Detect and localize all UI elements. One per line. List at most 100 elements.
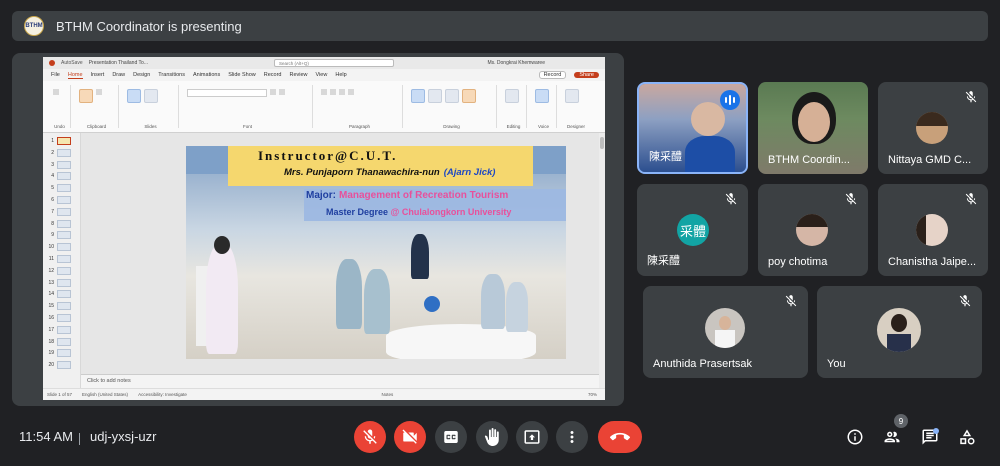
slide-thumbnail-image [57,361,71,370]
raise-hand-icon [484,428,499,446]
slide-thumbnail: 18 [46,337,71,346]
participant-tile-6[interactable]: Chanistha Jaipe... [878,184,988,276]
participant-tile-7[interactable]: Anuthida Prasertsak [643,286,808,378]
powerpoint-window: AutoSave Presentation Thailand To... Sea… [43,57,605,400]
slide-thumbnail: 8 [46,219,71,228]
slide-thumbnail-image [57,349,71,358]
slide-thumbnail-number: 9 [51,232,54,239]
captions-icon [444,431,458,443]
mic-off-icon [959,295,971,307]
slide-thumbnail-number: 16 [48,315,54,321]
participant-tile-3[interactable]: Nittaya GMD C... [878,82,988,174]
slide-thumbnail-image [57,255,71,263]
participant-tile-4[interactable]: 采體 陳采醴 [637,184,748,276]
slide-thumbnail-image [57,196,71,204]
slide-thumbnail-number: 2 [51,149,54,156]
slide-thumbnail-number: 12 [48,267,54,274]
activities-button[interactable] [957,427,977,447]
chat-button[interactable] [920,427,940,447]
slide-degree: Master Degree @ Chulalongkorn University [326,207,512,217]
slide-thumbnail-image [57,219,71,228]
participant-name: poy chotima [768,256,828,268]
ribbon-group-voice: Voice [531,85,557,129]
menu-transitions: Transitions [158,72,185,78]
menu-animations: Animations [192,72,221,78]
more-options-button[interactable] [556,421,588,453]
raise-hand-button[interactable] [476,421,508,453]
menu-design: Design [133,72,151,78]
participant-tile-5[interactable]: poy chotima [758,184,868,276]
slide-thumbnail-number: 3 [51,161,54,168]
participant-name: 陳采醴 [649,151,682,163]
slide-thumbnail-number: 5 [51,185,54,192]
slide-thumbnail: 11 [46,255,71,263]
participant-face [691,102,725,136]
mic-toggle-button[interactable] [354,421,386,453]
slide-thumbnail: 2 [46,148,71,157]
ppt-record-button: Record [538,71,567,79]
participant-name: 陳采醴 [647,255,680,267]
ribbon-group-undo: Undo [49,85,71,129]
ppt-titlebar: AutoSave Presentation Thailand To... Sea… [43,57,605,69]
status-slide-count: Slide 1 of 57 [47,392,73,397]
participant-avatar [705,308,745,348]
present-now-button[interactable] [516,421,548,453]
people-button[interactable] [882,427,902,447]
slide-thumbnail: 1 [46,137,71,145]
participant-avatar [796,214,828,246]
meeting-code: udj-yxsj-uzr [90,429,157,444]
participant-shirt [685,136,735,172]
participant-tile-self[interactable]: You [817,286,982,378]
participant-name: Nittaya GMD C... [888,154,972,166]
camera-off-icon [402,429,417,444]
slide-thumbnail-image [57,231,71,240]
status-language: English (United States) [82,392,129,397]
mic-off-icon [965,91,977,103]
slide-thumbnail: 3 [46,160,71,169]
ribbon-group-font: Font [183,85,313,129]
slide-thumbnail: 20 [46,361,71,370]
slide-thumbnail: 12 [46,266,71,275]
slide-thumbnail: 15 [46,302,71,311]
slide-thumbnail-image [57,160,71,169]
participant-avatar [877,308,921,352]
slide-thumbnail-number: 18 [48,338,54,345]
slide-thumbnail-image [57,207,71,216]
menu-insert: Insert [90,72,105,78]
meeting-details-button[interactable] [845,427,865,447]
participant-name: You [827,358,846,370]
globe-image [424,296,440,312]
ppt-search-box: Search (Alt+Q) [274,59,394,67]
camera-toggle-button[interactable] [394,421,426,453]
slide-thumbnail: 10 [46,243,71,252]
slide-thumbnail-image [57,266,71,275]
slide-thumbnail: 17 [46,325,71,334]
activities-icon [960,429,975,445]
present-icon [524,430,540,444]
ribbon-group-slides: Slides [123,85,179,129]
leave-call-button[interactable] [598,421,642,453]
presentation-tile[interactable]: AutoSave Presentation Thailand To... Sea… [12,53,624,406]
menu-draw: Draw [112,72,126,78]
status-accessibility: Accessibility: Investigate [138,392,187,397]
slide-thumbnail-image [57,172,71,181]
menu-view: View [315,72,328,78]
slide-thumbnails: 1 2 3 4 5 6 7 8 9 10 11 12 13 14 15 16 17 18 19 20 [43,133,81,388]
end-call-icon [610,432,630,441]
ppt-scrollbar [599,133,605,388]
participant-tile-1[interactable]: 陳采醴 [637,82,748,174]
people-icon [884,431,900,443]
slide-thumbnail: 4 [46,172,71,181]
participant-name: Chanistha Jaipe... [888,256,977,268]
participant-avatar: 采體 [677,214,709,246]
participant-tile-2[interactable]: BTHM Coordin... [758,82,868,174]
slide-thumbnail-number: 6 [51,197,54,203]
file-title: Presentation Thailand To... [88,60,148,66]
slide-thumbnail-number: 10 [48,244,54,251]
captions-button[interactable] [435,421,467,453]
slide-thumbnail-number: 15 [48,303,54,310]
slide-thumbnail: 7 [46,207,71,216]
slide-thumbnail: 9 [46,231,71,240]
slide-thumbnail-image [57,243,71,252]
meeting-clock: 11:54 AM [19,429,73,444]
